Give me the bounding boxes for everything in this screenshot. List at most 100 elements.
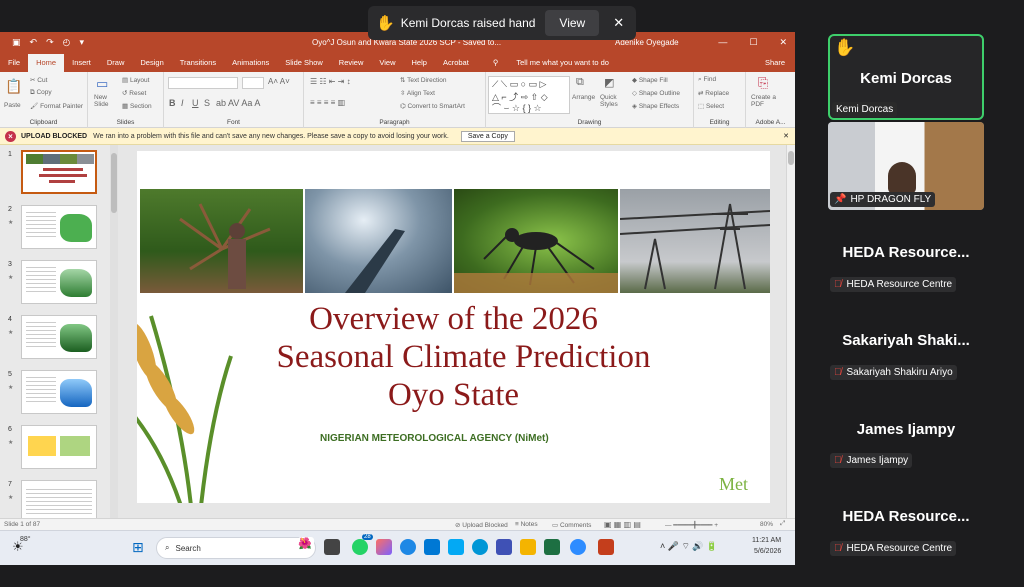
participant-tag[interactable]: 🎙̸ Sakariyah Shakiru Ariyo xyxy=(830,365,957,380)
participant-tag[interactable]: 🎙̸ James Ijampy xyxy=(830,453,913,468)
redo-icon[interactable]: ↷ xyxy=(46,37,54,48)
tell-me-search[interactable]: ⚲ Tell me what you want to do xyxy=(477,58,625,72)
participant-tile-kemi[interactable]: ✋ Kemi Dorcas Kemi Dorcas xyxy=(828,34,984,120)
reset-button[interactable]: ↺ Reset xyxy=(122,89,146,97)
slide-canvas[interactable]: Overview of the 2026 Seasonal Climate Pr… xyxy=(137,151,770,503)
cut-button[interactable]: ✂ Cut xyxy=(30,76,47,84)
slide-thumbnail-3[interactable] xyxy=(21,260,97,304)
app-icon[interactable] xyxy=(448,539,464,555)
underline-button[interactable]: U xyxy=(192,98,199,108)
maximize-icon[interactable]: ☐ xyxy=(749,37,757,48)
app-icon[interactable] xyxy=(496,539,512,555)
message-close-icon[interactable]: ✕ xyxy=(783,132,789,140)
file-explorer-icon[interactable] xyxy=(520,539,536,555)
zoom-level[interactable]: 80% xyxy=(760,521,773,528)
copilot-icon[interactable] xyxy=(376,539,392,555)
shape-outline-button[interactable]: ◇ Shape Outline xyxy=(632,89,680,97)
hp-icon[interactable] xyxy=(472,539,488,555)
clock-date[interactable]: 5/6/2026 xyxy=(754,548,781,555)
font-size-buttons[interactable]: A˄ A˅ xyxy=(268,77,290,86)
whatsapp-icon[interactable] xyxy=(352,539,368,555)
shape-fill-button[interactable]: ◆ Shape Fill xyxy=(632,76,668,84)
select-button[interactable]: ⬚ Select xyxy=(698,102,724,110)
shapes-gallery[interactable]: ⟋ ⟍ ▭ ○ ▭ ▷ △ ⌐ ⤴ ⇨ ⇧ ◇ ⌒ ⌣ ☆ { } ☆ xyxy=(488,76,570,114)
more-commands-icon[interactable]: ▾ xyxy=(79,37,84,48)
share-button[interactable]: Share xyxy=(757,58,795,72)
participant-tile-video[interactable]: 📌 HP DRAGON FLY xyxy=(828,122,984,210)
font-color-buttons[interactable]: ab AV Aa A xyxy=(216,98,260,108)
layout-button[interactable]: ▤ Layout xyxy=(122,76,149,84)
font-size-box[interactable] xyxy=(242,77,264,89)
tab-insert[interactable]: Insert xyxy=(64,58,99,72)
zoom-slider[interactable]: — ━━━━━╋━━━━ + xyxy=(665,521,718,529)
font-name-box[interactable] xyxy=(168,77,238,89)
italic-button[interactable]: I xyxy=(181,98,184,108)
format-painter-button[interactable]: 🖌 Format Painter xyxy=(30,102,83,110)
list-buttons[interactable]: ☰ ☷ ⇤ ⇥ ↕ xyxy=(310,77,351,86)
tab-help[interactable]: Help xyxy=(404,58,435,72)
tab-design[interactable]: Design xyxy=(132,58,171,72)
slide-thumbnail-1[interactable] xyxy=(21,150,97,194)
quick-styles-button[interactable]: Quick Styles xyxy=(600,94,626,108)
paste-button[interactable]: Paste xyxy=(4,102,21,109)
smartart-button[interactable]: ⌬ Convert to SmartArt xyxy=(400,102,465,110)
powerpoint-icon[interactable] xyxy=(598,539,614,555)
excel-icon[interactable] xyxy=(544,539,560,555)
align-buttons[interactable]: ≡ ≡ ≡ ≡ ▥ xyxy=(310,98,345,107)
align-text-button[interactable]: ⇳ Align Text xyxy=(400,89,435,97)
start-from-beginning-icon[interactable]: ◴ xyxy=(63,37,71,48)
undo-icon[interactable]: ↶ xyxy=(30,37,38,48)
new-slide-button[interactable]: New Slide xyxy=(94,94,116,108)
search-highlight-icon[interactable]: 🌺 xyxy=(298,537,314,553)
section-button[interactable]: ▦ Section xyxy=(122,102,152,110)
scroll-thumb[interactable] xyxy=(111,153,117,213)
tab-file[interactable]: File xyxy=(0,58,28,72)
tab-draw[interactable]: Draw xyxy=(99,58,133,72)
store-icon[interactable] xyxy=(424,539,440,555)
save-a-copy-button[interactable]: Save a Copy xyxy=(460,130,515,142)
slide-thumbnail-2[interactable] xyxy=(21,205,97,249)
scroll-thumb[interactable] xyxy=(788,151,794,165)
fit-slide-icon[interactable]: ⤢ xyxy=(780,520,785,528)
slide-thumbnail-4[interactable] xyxy=(21,315,97,359)
text-direction-button[interactable]: ⇅ Text Direction xyxy=(400,76,447,84)
thumb-text xyxy=(26,489,92,515)
tab-home[interactable]: Home xyxy=(28,54,65,72)
slide-scrollbar[interactable] xyxy=(786,145,795,518)
thumbnail-scrollbar[interactable] xyxy=(110,145,118,518)
start-icon[interactable]: ⊞ xyxy=(132,539,148,555)
replace-button[interactable]: ⇄ Replace xyxy=(698,89,729,97)
comments-button[interactable]: ▭ Comments xyxy=(552,521,591,529)
clock-time[interactable]: 11:21 AM xyxy=(752,537,781,544)
zoom-icon[interactable] xyxy=(570,539,586,555)
save-icon[interactable]: ▣ xyxy=(12,37,21,48)
tab-slide-show[interactable]: Slide Show xyxy=(277,58,331,72)
tab-acrobat[interactable]: Acrobat xyxy=(435,58,477,72)
view-buttons[interactable]: ▣ ▦ ▥ ▤ xyxy=(604,520,641,529)
slide-thumbnail-6[interactable] xyxy=(21,425,97,469)
system-tray-icons[interactable]: ˄ 🎤 ⌔ 🔊 🔋 xyxy=(660,541,717,552)
arrange-button[interactable]: Arrange xyxy=(572,94,595,101)
copy-button[interactable]: ⧉ Copy xyxy=(30,89,52,97)
shape-effects-button[interactable]: ◈ Shape Effects xyxy=(632,102,679,110)
participant-tag[interactable]: 🎙̸ HEDA Resource Centre xyxy=(830,541,957,556)
slide-thumbnail-5[interactable] xyxy=(21,370,97,414)
strikethrough-button[interactable]: S xyxy=(204,98,210,108)
edge-icon[interactable] xyxy=(400,539,416,555)
participant-tag[interactable]: 🎙̸ HEDA Resource Centre xyxy=(830,277,957,292)
window-close-icon[interactable]: ✕ xyxy=(779,37,787,48)
notes-button[interactable]: ≡ Notes xyxy=(515,521,538,528)
minimize-icon[interactable]: — xyxy=(718,37,727,48)
upload-blocked-status[interactable]: ⊘ Upload Blocked xyxy=(455,521,508,529)
tab-transitions[interactable]: Transitions xyxy=(172,58,224,72)
create-pdf-button[interactable]: Create a PDF xyxy=(751,94,781,108)
find-button[interactable]: ⌕ Find xyxy=(698,76,716,84)
task-view-icon[interactable] xyxy=(324,539,340,555)
close-icon[interactable]: ✕ xyxy=(613,15,624,31)
bold-button[interactable]: B xyxy=(169,98,176,108)
tab-review[interactable]: Review xyxy=(331,58,372,72)
taskbar-search[interactable]: ⌕ Search xyxy=(156,537,316,559)
tab-view[interactable]: View xyxy=(371,58,403,72)
tab-animations[interactable]: Animations xyxy=(224,58,277,72)
view-button[interactable]: View xyxy=(545,10,600,36)
